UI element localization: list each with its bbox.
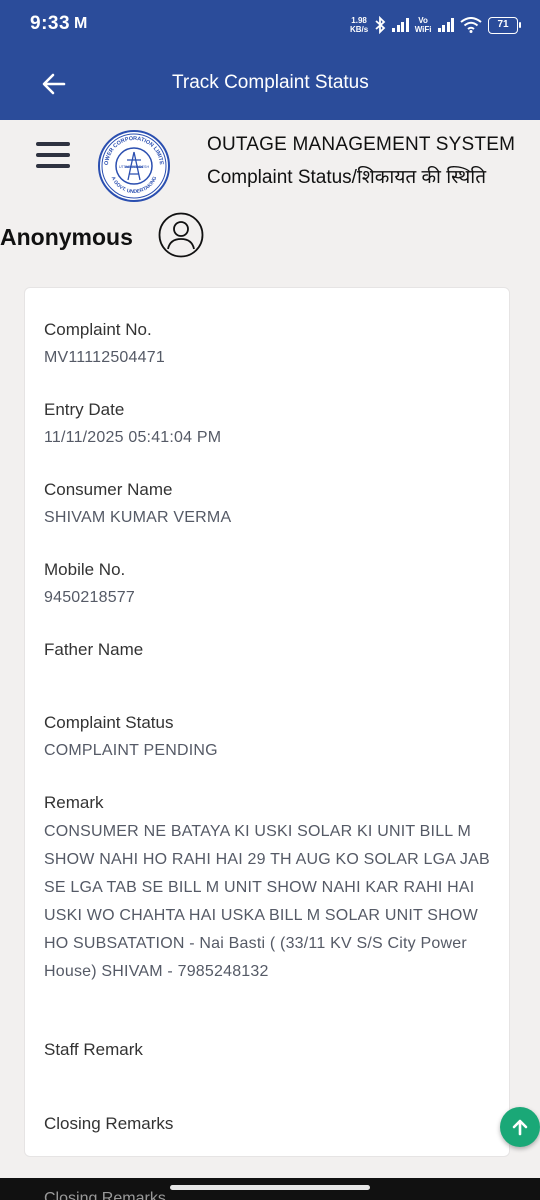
arrow-up-icon bbox=[512, 1119, 528, 1136]
entry-date-value: 11/11/2025 05:41:04 PM bbox=[44, 429, 222, 446]
user-circle-icon[interactable] bbox=[158, 212, 204, 258]
user-name: Anonymous bbox=[0, 224, 133, 250]
entry-date-label: Entry Date bbox=[44, 400, 125, 419]
gesture-navigation-bar: Closing Remarks bbox=[0, 1178, 540, 1200]
logo-center-text: UTTAR PRADESH bbox=[119, 165, 149, 169]
status-bar: 9:33 M 1.98 KB/s Vo WiFi 71 bbox=[0, 0, 540, 50]
app-bar-title: Track Complaint Status bbox=[172, 72, 369, 93]
closing-remarks-label: Closing Remarks bbox=[44, 1114, 174, 1133]
scroll-to-top-button[interactable] bbox=[500, 1107, 540, 1147]
page-subtitle: Complaint Status/शिकायत की स्थिति bbox=[207, 167, 487, 188]
vowifi-bottom: WiFi bbox=[414, 25, 432, 34]
app-bar: Track Complaint Status bbox=[0, 50, 540, 120]
mobile-no-value: 9450218577 bbox=[44, 589, 135, 606]
back-button[interactable] bbox=[36, 66, 72, 102]
network-speed-value: 1.98 bbox=[351, 16, 367, 25]
consumer-name-label: Consumer Name bbox=[44, 480, 173, 499]
signal-strength-icon-2 bbox=[437, 18, 454, 32]
bluetooth-icon bbox=[375, 16, 386, 34]
status-time: 9:33 bbox=[30, 13, 71, 34]
father-name-label: Father Name bbox=[44, 640, 144, 659]
battery-icon: 71 bbox=[488, 16, 521, 34]
remark-label: Remark bbox=[44, 793, 104, 812]
mobile-no-label: Mobile No. bbox=[44, 560, 126, 579]
hamburger-menu-icon[interactable] bbox=[36, 142, 70, 172]
vowifi-icon: Vo WiFi bbox=[415, 16, 432, 34]
vowifi-top: Vo bbox=[418, 16, 428, 25]
network-speed-unit: KB/s bbox=[349, 25, 369, 34]
consumer-name-value: SHIVAM KUMAR VERMA bbox=[44, 509, 232, 526]
complaint-status-label: Complaint Status bbox=[44, 713, 174, 732]
signal-strength-icon bbox=[392, 18, 409, 32]
status-icons: 1.98 KB/s Vo WiFi 71 bbox=[350, 14, 521, 36]
system-title: OUTAGE MANAGEMENT SYSTEM bbox=[207, 134, 516, 155]
arrow-left-icon bbox=[42, 73, 66, 95]
complaint-status-value: COMPLAINT PENDING bbox=[44, 742, 218, 759]
remark-value: CONSUMER NE BATAYA KI USKI SOLAR KI UNIT… bbox=[44, 823, 490, 980]
power-corporation-logo: POWER CORPORATION LIMITED A GOVT. UNDERT… bbox=[97, 129, 170, 202]
home-gesture-pill[interactable] bbox=[170, 1185, 370, 1190]
network-speed: 1.98 KB/s bbox=[350, 16, 368, 34]
complaint-no-label: Complaint No. bbox=[44, 320, 152, 339]
peek-text: Closing Remarks bbox=[44, 1190, 166, 1200]
mail-notification-icon: M bbox=[74, 15, 88, 32]
staff-remark-label: Staff Remark bbox=[44, 1040, 143, 1059]
page-header: POWER CORPORATION LIMITED A GOVT. UNDERT… bbox=[0, 120, 540, 282]
wifi-icon bbox=[460, 17, 482, 33]
complaint-no-value: MV11112504471 bbox=[44, 349, 165, 366]
